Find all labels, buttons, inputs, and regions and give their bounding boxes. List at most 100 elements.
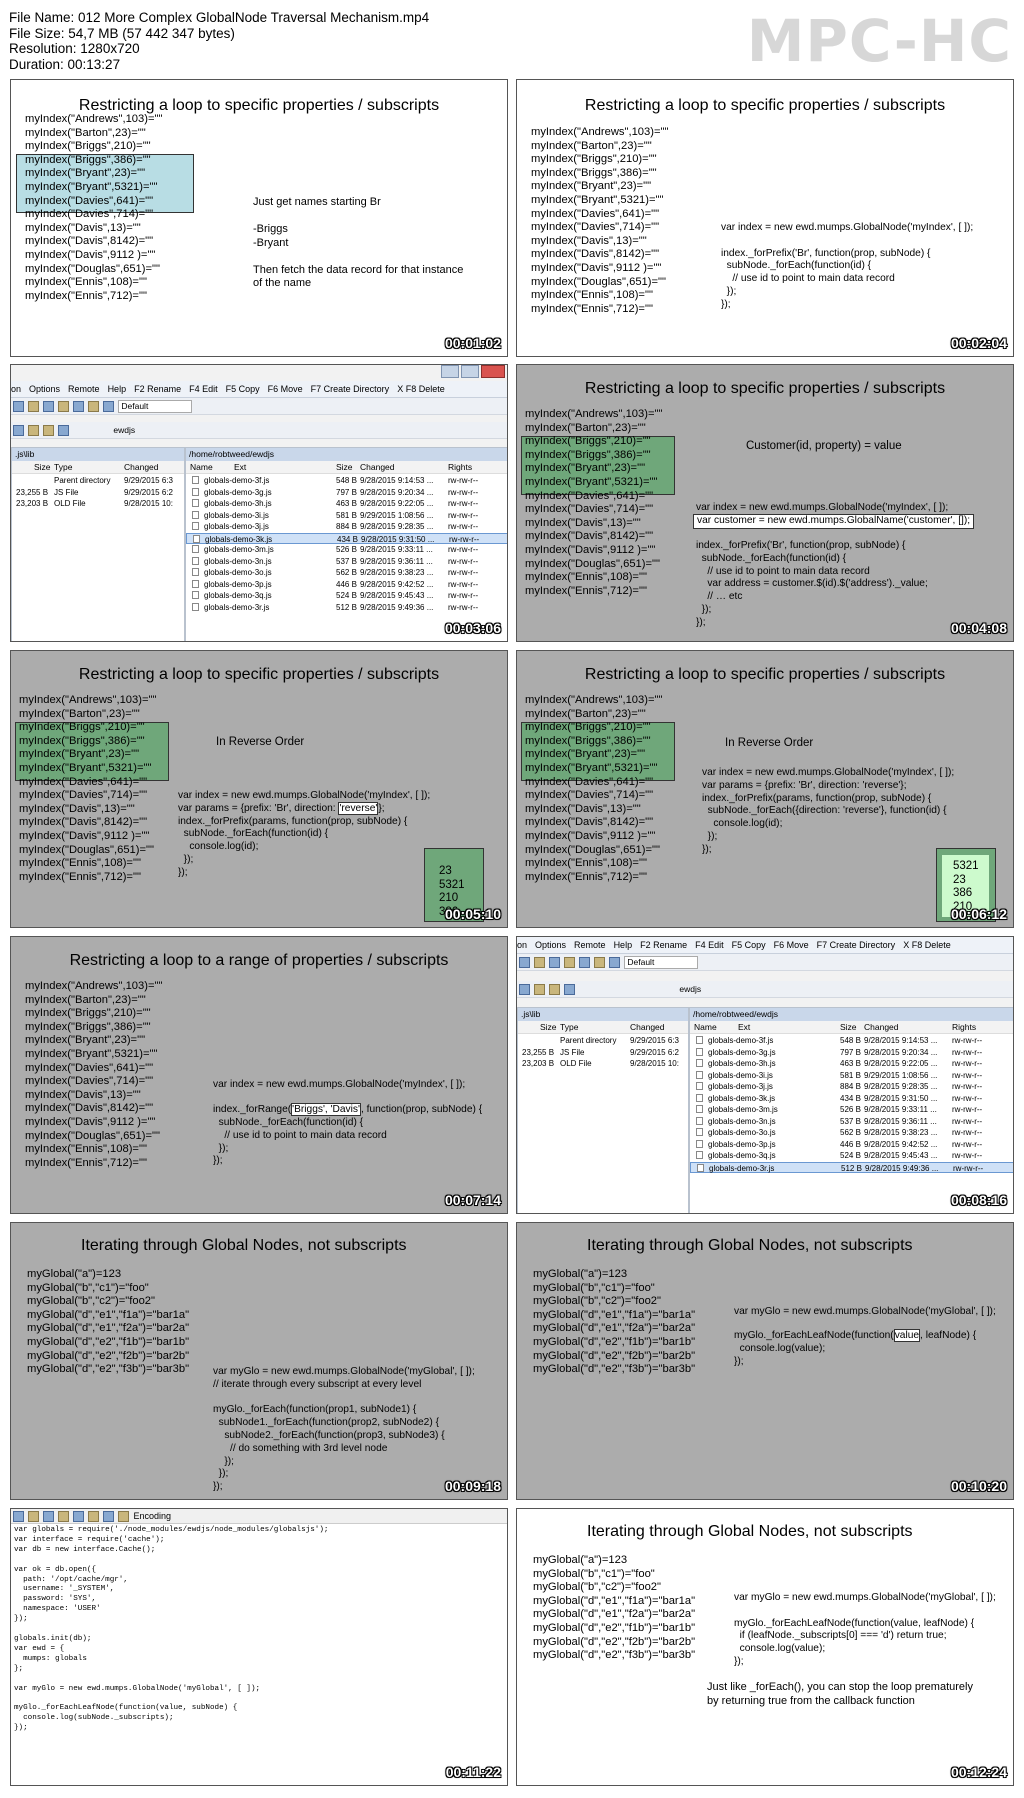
- col-type[interactable]: Type: [54, 461, 72, 473]
- thumbnail-7[interactable]: Restricting a loop to a range of propert…: [10, 936, 508, 1214]
- toolbar-icon[interactable]: [534, 957, 545, 968]
- close-icon[interactable]: [481, 365, 505, 378]
- toolbar-icon[interactable]: [13, 401, 24, 412]
- folder-icon[interactable]: [534, 984, 545, 995]
- col-changed[interactable]: Changed: [360, 461, 395, 473]
- nav-icon[interactable]: [519, 984, 530, 995]
- folder-icon[interactable]: [43, 425, 54, 436]
- file-row[interactable]: globals-demo-3m.js 526 B 9/28/2015 9:33:11…: [690, 1104, 1013, 1116]
- menu-item[interactable]: X F8 Delete: [397, 384, 445, 394]
- toolbar-icon[interactable]: [564, 957, 575, 968]
- file-row[interactable]: globals-demo-3i.js 581 B 9/29/2015 1:08:56…: [690, 1070, 1013, 1082]
- folder-select[interactable]: ewdjs: [679, 984, 701, 994]
- col-size[interactable]: Size: [336, 461, 353, 473]
- toolbar-icon[interactable]: [88, 401, 99, 412]
- menu-item[interactable]: Remote: [68, 384, 100, 394]
- thumbnail-8[interactable]: on Options Remote Help F2 Rename F4 Edit F5 Co…: [516, 936, 1014, 1214]
- file-row[interactable]: globals-demo-3q.js 524 B 9/28/2015 9:45:43…: [690, 1150, 1013, 1162]
- file-row[interactable]: globals-demo-3j.js 884 B 9/28/2015 9:28:35…: [186, 521, 507, 533]
- col-size[interactable]: Size: [34, 461, 51, 473]
- col-name[interactable]: Name: [190, 461, 213, 473]
- toolbar-icon[interactable]: [609, 957, 620, 968]
- thumbnail-2[interactable]: Restricting a loop to specific propertie…: [516, 79, 1014, 357]
- menu-item[interactable]: Options: [29, 384, 60, 394]
- file-row[interactable]: globals-demo-3h.js 463 B 9/28/2015 9:22:05…: [690, 1058, 1013, 1070]
- minimize-icon[interactable]: [441, 365, 459, 378]
- thumbnail-3[interactable]: on Options Remote Help F2 Rename F4 Edit F5 Co…: [10, 364, 508, 642]
- folder-icon[interactable]: [28, 425, 39, 436]
- menu-item[interactable]: Remote: [574, 940, 606, 950]
- file-row[interactable]: globals-demo-3n.js 537 B 9/28/2015 9:36:11…: [186, 556, 507, 568]
- file-row[interactable]: globals-demo-3k.js 434 B 9/28/2015 9:31:50…: [690, 1093, 1013, 1105]
- menu-item[interactable]: F4 Edit: [189, 384, 218, 394]
- menu-item[interactable]: F2 Rename: [134, 384, 181, 394]
- col-ext[interactable]: Ext: [738, 1021, 750, 1033]
- file-row[interactable]: 23,203 B OLD File 9/28/2015 10:: [12, 498, 184, 510]
- toolbar-icon[interactable]: [73, 401, 84, 412]
- folder-icon[interactable]: [549, 984, 560, 995]
- col-rights[interactable]: Rights: [448, 461, 472, 473]
- toolbar-icon[interactable]: [73, 1511, 84, 1522]
- thumbnail-4[interactable]: Restricting a loop to specific propertie…: [516, 364, 1014, 642]
- file-row[interactable]: globals-demo-3m.js 526 B 9/28/2015 9:33:11…: [186, 544, 507, 556]
- toolbar-icon[interactable]: [519, 957, 530, 968]
- menu-item[interactable]: Help: [614, 940, 633, 950]
- toolbar-icon[interactable]: [103, 401, 114, 412]
- file-row[interactable]: 23,203 B OLD File 9/28/2015 10:: [518, 1058, 688, 1070]
- toolbar-icon[interactable]: [28, 1511, 39, 1522]
- toolbar-icon[interactable]: [118, 1511, 129, 1522]
- menu-item[interactable]: F6 Move: [774, 940, 809, 950]
- file-row[interactable]: Parent directory 9/29/2015 6:3: [518, 1035, 688, 1047]
- profile-select[interactable]: Default: [118, 400, 193, 413]
- thumbnail-5[interactable]: Restricting a loop to specific propertie…: [10, 650, 508, 928]
- editor-content[interactable]: var globals = require('./node_modules/ew…: [14, 1526, 328, 1734]
- col-name[interactable]: Name: [694, 1021, 717, 1033]
- toolbar-icon[interactable]: [549, 957, 560, 968]
- toolbar-icon[interactable]: [43, 401, 54, 412]
- col-changed[interactable]: Changed: [864, 1021, 899, 1033]
- toolbar-icon[interactable]: [13, 1511, 24, 1522]
- thumbnail-11[interactable]: Encoding var globals = require('./node_m…: [10, 1508, 508, 1786]
- maximize-icon[interactable]: [461, 365, 479, 378]
- toolbar-icon[interactable]: [579, 957, 590, 968]
- menu-item[interactable]: Options: [535, 940, 566, 950]
- file-row[interactable]: globals-demo-3f.js 548 B 9/28/2015 9:14:53…: [690, 1035, 1013, 1047]
- file-row[interactable]: globals-demo-3g.js 797 B 9/28/2015 9:20:34…: [690, 1047, 1013, 1059]
- file-row[interactable]: Parent directory 9/29/2015 6:3: [12, 475, 184, 487]
- menu-item[interactable]: F7 Create Directory: [311, 384, 390, 394]
- encoding-menu[interactable]: Encoding: [134, 1511, 172, 1521]
- toolbar-icon[interactable]: [58, 1511, 69, 1522]
- file-row[interactable]: globals-demo-3p.js 446 B 9/28/2015 9:42:52…: [690, 1139, 1013, 1151]
- nav-icon[interactable]: [13, 425, 24, 436]
- col-type[interactable]: Type: [560, 1021, 578, 1033]
- menu-item[interactable]: on: [11, 384, 21, 394]
- file-row[interactable]: globals-demo-3i.js 581 B 9/29/2015 1:08:56…: [186, 510, 507, 522]
- menu-item[interactable]: on: [517, 940, 527, 950]
- col-size[interactable]: Size: [540, 1021, 557, 1033]
- thumbnail-12[interactable]: Iterating through Global Nodes, not subs…: [516, 1508, 1014, 1786]
- col-ext[interactable]: Ext: [234, 461, 246, 473]
- file-row[interactable]: globals-demo-3r.js 512 B 9/28/2015 9:49:36…: [690, 1161, 1013, 1173]
- file-row[interactable]: globals-demo-3h.js 463 B 9/28/2015 9:22:05…: [186, 498, 507, 510]
- thumbnail-1[interactable]: Restricting a loop to specific propertie…: [10, 79, 508, 357]
- menu-item[interactable]: X F8 Delete: [903, 940, 951, 950]
- menu-item[interactable]: F5 Copy: [732, 940, 766, 950]
- file-row[interactable]: globals-demo-3f.js 548 B 9/28/2015 9:14:53…: [186, 475, 507, 487]
- file-row[interactable]: globals-demo-3j.js 884 B 9/28/2015 9:28:35…: [690, 1081, 1013, 1093]
- nav-icon[interactable]: [564, 984, 575, 995]
- file-row[interactable]: 23,255 B JS File 9/29/2015 6:2: [12, 487, 184, 499]
- menu-item[interactable]: Help: [108, 384, 127, 394]
- menu-item[interactable]: F2 Rename: [640, 940, 687, 950]
- file-row[interactable]: globals-demo-3k.js 434 B 9/28/2015 9:31:50…: [186, 532, 507, 544]
- file-row[interactable]: globals-demo-3n.js 537 B 9/28/2015 9:36:11…: [690, 1116, 1013, 1128]
- file-row[interactable]: globals-demo-3o.js 562 B 9/28/2015 9:38:23…: [186, 567, 507, 579]
- col-changed[interactable]: Changed: [124, 461, 159, 473]
- file-row[interactable]: 23,255 B JS File 9/29/2015 6:2: [518, 1047, 688, 1059]
- toolbar-icon[interactable]: [28, 401, 39, 412]
- menu-item[interactable]: F7 Create Directory: [817, 940, 896, 950]
- col-rights[interactable]: Rights: [952, 1021, 976, 1033]
- file-row[interactable]: globals-demo-3q.js 524 B 9/28/2015 9:45:43…: [186, 590, 507, 602]
- profile-select[interactable]: Default: [624, 956, 699, 969]
- thumbnail-10[interactable]: Iterating through Global Nodes, not subs…: [516, 1222, 1014, 1500]
- toolbar-icon[interactable]: [103, 1511, 114, 1522]
